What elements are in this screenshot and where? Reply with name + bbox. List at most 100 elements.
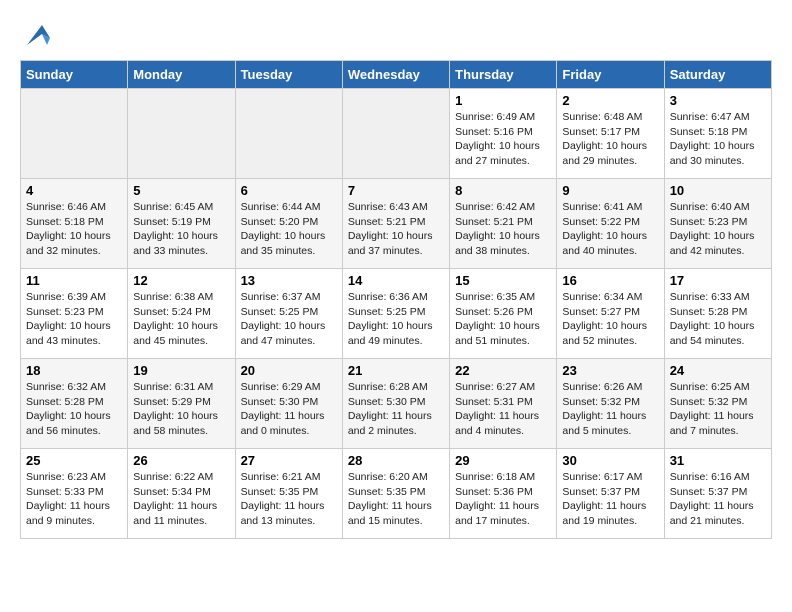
day-info: Sunrise: 6:31 AMSunset: 5:29 PMDaylight:… bbox=[133, 380, 229, 439]
calendar-cell: 16 Sunrise: 6:34 AMSunset: 5:27 PMDayligh… bbox=[557, 269, 664, 359]
day-info: Sunrise: 6:40 AMSunset: 5:23 PMDaylight:… bbox=[670, 200, 766, 259]
calendar-cell: 31Sunrise: 6:16 AMSunset: 5:37 PMDayligh… bbox=[664, 449, 771, 539]
day-number: 3 bbox=[670, 93, 766, 108]
calendar-cell: 28 Sunrise: 6:20 AMSunset: 5:35 PMDayligh… bbox=[342, 449, 449, 539]
day-number: 1 bbox=[455, 93, 551, 108]
calendar-cell: 8 Sunrise: 6:42 AMSunset: 5:21 PMDaylight… bbox=[450, 179, 557, 269]
week-row-1: 1 Sunrise: 6:49 AMSunset: 5:16 PMDaylight… bbox=[21, 89, 772, 179]
day-info: Sunrise: 6:45 AMSunset: 5:19 PMDaylight:… bbox=[133, 200, 229, 259]
calendar-cell: 9 Sunrise: 6:41 AMSunset: 5:22 PMDaylight… bbox=[557, 179, 664, 269]
calendar-cell: 22 Sunrise: 6:27 AMSunset: 5:31 PMDayligh… bbox=[450, 359, 557, 449]
day-number: 2 bbox=[562, 93, 658, 108]
header-saturday: Saturday bbox=[664, 61, 771, 89]
week-row-4: 18 Sunrise: 6:32 AMSunset: 5:28 PMDayligh… bbox=[21, 359, 772, 449]
calendar-cell bbox=[235, 89, 342, 179]
header-tuesday: Tuesday bbox=[235, 61, 342, 89]
day-number: 16 bbox=[562, 273, 658, 288]
calendar-cell: 7 Sunrise: 6:43 AMSunset: 5:21 PMDaylight… bbox=[342, 179, 449, 269]
day-info: Sunrise: 6:27 AMSunset: 5:31 PMDaylight:… bbox=[455, 380, 551, 439]
day-number: 5 bbox=[133, 183, 229, 198]
day-number: 18 bbox=[26, 363, 122, 378]
header-monday: Monday bbox=[128, 61, 235, 89]
calendar-header-row: SundayMondayTuesdayWednesdayThursdayFrid… bbox=[21, 61, 772, 89]
header-thursday: Thursday bbox=[450, 61, 557, 89]
day-number: 14 bbox=[348, 273, 444, 288]
calendar-cell: 13 Sunrise: 6:37 AMSunset: 5:25 PMDayligh… bbox=[235, 269, 342, 359]
calendar-cell: 12 Sunrise: 6:38 AMSunset: 5:24 PMDayligh… bbox=[128, 269, 235, 359]
day-number: 22 bbox=[455, 363, 551, 378]
day-number: 30 bbox=[562, 453, 658, 468]
header-wednesday: Wednesday bbox=[342, 61, 449, 89]
day-number: 19 bbox=[133, 363, 229, 378]
day-info: Sunrise: 6:36 AMSunset: 5:25 PMDaylight:… bbox=[348, 290, 444, 349]
page-header bbox=[20, 20, 772, 50]
day-info: Sunrise: 6:34 AMSunset: 5:27 PMDaylight:… bbox=[562, 290, 658, 349]
day-number: 17 bbox=[670, 273, 766, 288]
day-info: Sunrise: 6:28 AMSunset: 5:30 PMDaylight:… bbox=[348, 380, 444, 439]
day-number: 21 bbox=[348, 363, 444, 378]
calendar-cell: 2 Sunrise: 6:48 AMSunset: 5:17 PMDaylight… bbox=[557, 89, 664, 179]
day-info: Sunrise: 6:37 AMSunset: 5:25 PMDaylight:… bbox=[241, 290, 337, 349]
day-number: 13 bbox=[241, 273, 337, 288]
day-number: 26 bbox=[133, 453, 229, 468]
calendar-cell: 24 Sunrise: 6:25 AMSunset: 5:32 PMDayligh… bbox=[664, 359, 771, 449]
header-friday: Friday bbox=[557, 61, 664, 89]
calendar-cell: 1 Sunrise: 6:49 AMSunset: 5:16 PMDaylight… bbox=[450, 89, 557, 179]
calendar-cell: 14 Sunrise: 6:36 AMSunset: 5:25 PMDayligh… bbox=[342, 269, 449, 359]
day-info: Sunrise: 6:26 AMSunset: 5:32 PMDaylight:… bbox=[562, 380, 658, 439]
day-number: 7 bbox=[348, 183, 444, 198]
calendar-cell: 6 Sunrise: 6:44 AMSunset: 5:20 PMDaylight… bbox=[235, 179, 342, 269]
day-number: 6 bbox=[241, 183, 337, 198]
day-info: Sunrise: 6:22 AMSunset: 5:34 PMDaylight:… bbox=[133, 470, 229, 529]
day-number: 10 bbox=[670, 183, 766, 198]
day-number: 15 bbox=[455, 273, 551, 288]
day-info: Sunrise: 6:44 AMSunset: 5:20 PMDaylight:… bbox=[241, 200, 337, 259]
day-number: 20 bbox=[241, 363, 337, 378]
logo-icon bbox=[22, 20, 52, 50]
calendar-cell: 4 Sunrise: 6:46 AMSunset: 5:18 PMDaylight… bbox=[21, 179, 128, 269]
day-number: 29 bbox=[455, 453, 551, 468]
calendar-cell: 29Sunrise: 6:18 AMSunset: 5:36 PMDayligh… bbox=[450, 449, 557, 539]
day-info: Sunrise: 6:29 AMSunset: 5:30 PMDaylight:… bbox=[241, 380, 337, 439]
calendar-cell: 3 Sunrise: 6:47 AMSunset: 5:18 PMDaylight… bbox=[664, 89, 771, 179]
day-number: 12 bbox=[133, 273, 229, 288]
day-number: 28 bbox=[348, 453, 444, 468]
calendar-cell: 17Sunrise: 6:33 AMSunset: 5:28 PMDayligh… bbox=[664, 269, 771, 359]
day-info: Sunrise: 6:47 AMSunset: 5:18 PMDaylight:… bbox=[670, 110, 766, 169]
calendar-cell: 11Sunrise: 6:39 AMSunset: 5:23 PMDayligh… bbox=[21, 269, 128, 359]
calendar-cell: 25Sunrise: 6:23 AMSunset: 5:33 PMDayligh… bbox=[21, 449, 128, 539]
logo bbox=[20, 20, 52, 50]
calendar-cell: 27 Sunrise: 6:21 AMSunset: 5:35 PMDayligh… bbox=[235, 449, 342, 539]
calendar-cell: 30 Sunrise: 6:17 AMSunset: 5:37 PMDayligh… bbox=[557, 449, 664, 539]
day-number: 23 bbox=[562, 363, 658, 378]
day-info: Sunrise: 6:38 AMSunset: 5:24 PMDaylight:… bbox=[133, 290, 229, 349]
calendar-cell bbox=[128, 89, 235, 179]
day-info: Sunrise: 6:41 AMSunset: 5:22 PMDaylight:… bbox=[562, 200, 658, 259]
day-info: Sunrise: 6:23 AMSunset: 5:33 PMDaylight:… bbox=[26, 470, 122, 529]
day-number: 9 bbox=[562, 183, 658, 198]
calendar-cell bbox=[342, 89, 449, 179]
day-info: Sunrise: 6:35 AMSunset: 5:26 PMDaylight:… bbox=[455, 290, 551, 349]
day-info: Sunrise: 6:43 AMSunset: 5:21 PMDaylight:… bbox=[348, 200, 444, 259]
day-info: Sunrise: 6:32 AMSunset: 5:28 PMDaylight:… bbox=[26, 380, 122, 439]
day-info: Sunrise: 6:20 AMSunset: 5:35 PMDaylight:… bbox=[348, 470, 444, 529]
day-info: Sunrise: 6:17 AMSunset: 5:37 PMDaylight:… bbox=[562, 470, 658, 529]
day-number: 27 bbox=[241, 453, 337, 468]
day-info: Sunrise: 6:49 AMSunset: 5:16 PMDaylight:… bbox=[455, 110, 551, 169]
calendar-cell: 23 Sunrise: 6:26 AMSunset: 5:32 PMDayligh… bbox=[557, 359, 664, 449]
day-info: Sunrise: 6:21 AMSunset: 5:35 PMDaylight:… bbox=[241, 470, 337, 529]
calendar-cell: 21 Sunrise: 6:28 AMSunset: 5:30 PMDayligh… bbox=[342, 359, 449, 449]
day-number: 24 bbox=[670, 363, 766, 378]
day-info: Sunrise: 6:42 AMSunset: 5:21 PMDaylight:… bbox=[455, 200, 551, 259]
calendar-cell: 18 Sunrise: 6:32 AMSunset: 5:28 PMDayligh… bbox=[21, 359, 128, 449]
day-info: Sunrise: 6:48 AMSunset: 5:17 PMDaylight:… bbox=[562, 110, 658, 169]
calendar-table: SundayMondayTuesdayWednesdayThursdayFrid… bbox=[20, 60, 772, 539]
calendar-cell: 10 Sunrise: 6:40 AMSunset: 5:23 PMDayligh… bbox=[664, 179, 771, 269]
day-number: 8 bbox=[455, 183, 551, 198]
day-number: 4 bbox=[26, 183, 122, 198]
week-row-3: 11Sunrise: 6:39 AMSunset: 5:23 PMDayligh… bbox=[21, 269, 772, 359]
day-info: Sunrise: 6:39 AMSunset: 5:23 PMDaylight:… bbox=[26, 290, 122, 349]
day-info: Sunrise: 6:46 AMSunset: 5:18 PMDaylight:… bbox=[26, 200, 122, 259]
day-info: Sunrise: 6:25 AMSunset: 5:32 PMDaylight:… bbox=[670, 380, 766, 439]
calendar-cell: 15 Sunrise: 6:35 AMSunset: 5:26 PMDayligh… bbox=[450, 269, 557, 359]
